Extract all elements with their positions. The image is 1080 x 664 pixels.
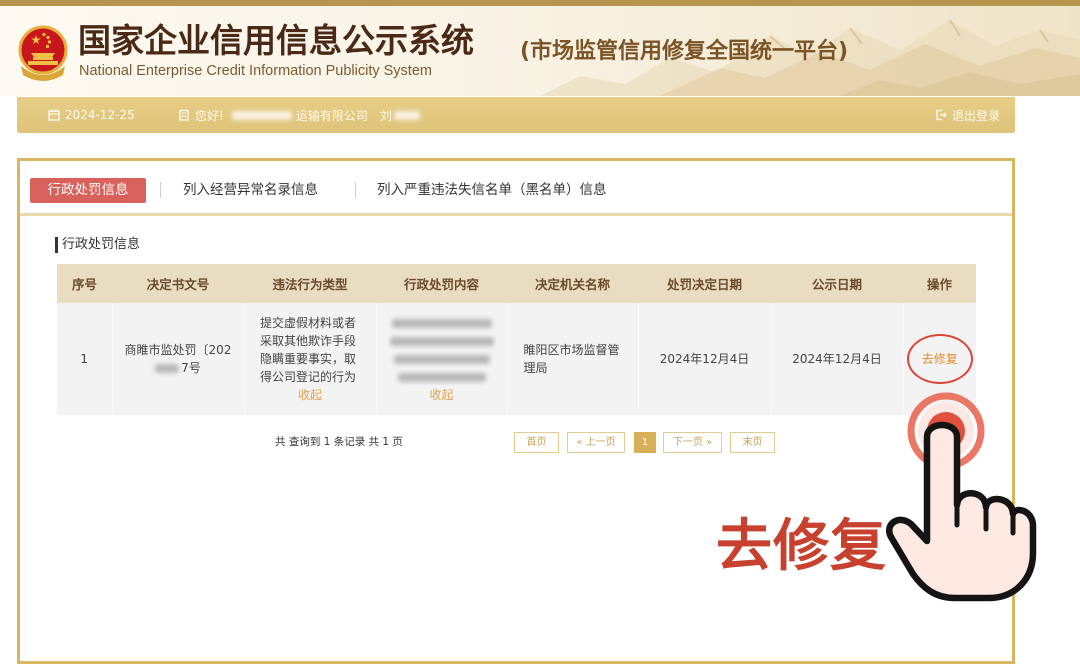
site-title: 国家企业信用信息公示系统 (78, 21, 474, 60)
last-page-button[interactable]: 末页 (730, 432, 775, 453)
redacted-user-name (393, 110, 420, 120)
decision-no-line1: 商睢市监处罚〔202 (124, 343, 232, 357)
tab-serious-dishonesty-list[interactable]: 列入严重违法失信名单（黑名单）信息 (377, 178, 607, 203)
account-group: 您好! 运输有限公司 刘 (178, 97, 420, 133)
col-header-publish-date: 公示日期 (771, 264, 903, 303)
next-page-button[interactable]: 下一页 » (663, 432, 722, 453)
decision-no-suffix: 7号 (181, 361, 201, 375)
redacted-penalty-content (391, 319, 492, 328)
logout-label: 退出登录 (951, 108, 1000, 123)
decision-no-line2: 7号 (124, 359, 232, 377)
decision-no-block: 商睢市监处罚〔202 7号 (124, 341, 232, 377)
penalty-content-line (388, 350, 496, 368)
penalty-content-line (388, 368, 496, 386)
col-header-decision-no: 决定书文号 (112, 264, 244, 303)
penalty-table: 序号 决定书文号 违法行为类型 行政处罚内容 决定机关名称 处罚决定日期 公示日… (57, 264, 976, 415)
site-subtitle: (市场监管信用修复全国统一平台) (520, 39, 849, 64)
info-panel: 行政处罚信息 列入经营异常名录信息 列入严重违法失信名单（黑名单）信息 行政处罚… (17, 158, 1015, 664)
cell-violation-type: 提交虚假材料或者采取其他欺诈手段隐瞒重要事实，取得公司登记的行为 收起 (244, 303, 377, 415)
greeting: 您好! (195, 108, 224, 123)
calendar-icon (48, 109, 60, 121)
col-header-violation-type: 违法行为类型 (244, 264, 376, 303)
first-page-button[interactable]: 首页 (514, 432, 559, 453)
table-header-row: 序号 决定书文号 违法行为类型 行政处罚内容 决定机关名称 处罚决定日期 公示日… (57, 264, 976, 303)
logout-icon (936, 109, 947, 121)
redacted-penalty-content (389, 337, 494, 346)
table-row: 1 商睢市监处罚〔202 7号 提交虚假材料或者采取其他欺诈手段隐瞒重要事实，取… (57, 303, 976, 415)
user-name-visible: 刘 (379, 108, 392, 123)
site-header: 国家企业信用信息公示系统 National Enterprise Credit … (0, 6, 1080, 96)
tab-divider (355, 182, 356, 198)
col-header-index: 序号 (57, 264, 112, 303)
site-title-en: National Enterprise Credit Information P… (79, 63, 432, 79)
redacted-decision-no (155, 364, 180, 373)
violation-type-text: 提交虚假材料或者采取其他欺诈手段隐瞒重要事实，取得公司登记的行为 (260, 316, 357, 384)
penalty-content-line (388, 332, 496, 350)
penalty-content-block: 收起 (388, 314, 496, 404)
col-header-authority: 决定机关名称 (507, 264, 638, 303)
col-header-action: 操作 (903, 264, 976, 303)
current-date: 2024-12-25 (65, 108, 135, 122)
section-title: 行政处罚信息 (55, 237, 140, 253)
tab-administrative-penalty[interactable]: 行政处罚信息 (30, 178, 146, 203)
action-wrap: 去修复 (906, 334, 973, 384)
tab-abnormal-operation-list[interactable]: 列入经营异常名录信息 (183, 178, 318, 203)
cell-decision-no: 商睢市监处罚〔202 7号 (112, 303, 245, 415)
tab-divider (160, 182, 161, 198)
national-emblem-icon (16, 24, 70, 82)
redacted-penalty-content (397, 373, 486, 382)
pagination-summary: 共 查询到 1 条记录 共 1 页 (275, 436, 403, 448)
page: 国家企业信用信息公示系统 National Enterprise Credit … (0, 0, 1080, 664)
hand-pointer-icon (886, 421, 1037, 602)
prev-page-button[interactable]: « 上一页 (567, 432, 625, 453)
cell-index: 1 (57, 303, 113, 415)
cell-publish-date: 2024年12月4日 (771, 303, 904, 415)
penalty-content-collapse-link[interactable]: 收起 (388, 386, 496, 404)
cell-penalty-content: 收起 (376, 303, 508, 415)
current-page-button[interactable]: 1 (634, 432, 656, 453)
col-header-decision-date: 处罚决定日期 (638, 264, 771, 303)
cell-authority: 睢阳区市场监督管理局 (507, 303, 639, 415)
cell-decision-date: 2024年12月4日 (638, 303, 772, 415)
authority-text: 睢阳区市场监督管理局 (523, 343, 620, 375)
redacted-company-name (231, 110, 292, 120)
building-icon (179, 109, 189, 121)
user-info-bar: 2024-12-25 您好! 运输有限公司 刘 退出登录 (17, 97, 1015, 133)
logout-button[interactable]: 退出登录 (935, 97, 1000, 133)
repair-link[interactable]: 去修复 (922, 352, 958, 366)
company-name-visible: 运输有限公司 (295, 108, 368, 123)
repair-callout-label: 去修复 (716, 514, 887, 579)
violation-block: 提交虚假材料或者采取其他欺诈手段隐瞒重要事实，取得公司登记的行为 收起 (260, 314, 360, 404)
violation-collapse-link[interactable]: 收起 (260, 386, 360, 404)
redacted-penalty-content (393, 355, 490, 364)
date-group: 2024-12-25 (48, 97, 135, 133)
tab-bar: 行政处罚信息 列入经营异常名录信息 列入严重违法失信名单（黑名单）信息 (20, 161, 1012, 216)
col-header-penalty-content: 行政处罚内容 (376, 264, 507, 303)
penalty-content-line (388, 314, 496, 332)
